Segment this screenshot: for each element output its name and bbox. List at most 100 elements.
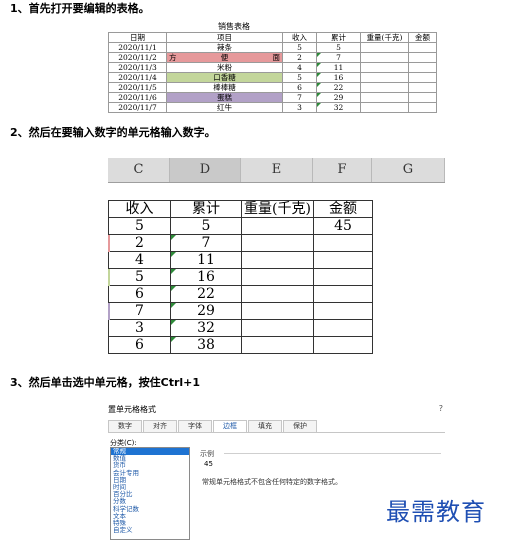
table-cell[interactable]: 5 — [282, 72, 317, 83]
column-header-d[interactable]: D — [170, 158, 241, 182]
table-cell[interactable] — [241, 302, 314, 320]
table-cell[interactable]: 45 — [313, 217, 373, 235]
table-cell[interactable] — [360, 42, 409, 53]
table-cell[interactable]: 32 — [316, 102, 361, 113]
table-cell[interactable]: 16 — [170, 268, 242, 286]
table-cell[interactable]: 辣条 — [166, 42, 283, 53]
table-cell[interactable] — [241, 217, 314, 235]
table-cell[interactable]: 7 — [170, 234, 242, 252]
table-cell[interactable] — [408, 42, 437, 53]
category-item[interactable]: 自定义 — [111, 527, 189, 534]
tab-0[interactable]: 数字 — [108, 420, 142, 432]
row-mark-green — [108, 269, 110, 286]
table-cell[interactable]: 22 — [316, 82, 361, 93]
error-indicator-icon — [317, 93, 321, 97]
table-cell[interactable] — [313, 268, 373, 286]
sales-table: 日期 项目 收入 累计 重量(千克) 金额 2020/11/1 辣条 5 5 2020/11/2 方便… — [108, 32, 437, 113]
table-cell[interactable]: 2 — [282, 52, 317, 63]
table-cell[interactable]: 2020/11/5 — [108, 82, 167, 93]
tab-2[interactable]: 字体 — [178, 420, 212, 432]
table-cell[interactable]: 6 — [108, 285, 171, 303]
table-cell[interactable]: 7 — [108, 302, 171, 320]
table-cell[interactable] — [408, 92, 437, 103]
table-row: 2020/11/6 蛋糕 7 29 — [108, 92, 437, 103]
table-cell[interactable] — [313, 234, 373, 252]
table-cell[interactable]: 16 — [316, 72, 361, 83]
table-cell[interactable]: 口香糖 — [166, 72, 283, 83]
table-cell[interactable] — [408, 102, 437, 113]
table-cell[interactable]: 2020/11/2 — [108, 52, 167, 63]
table-cell[interactable] — [408, 52, 437, 63]
table-cell[interactable]: 3 — [108, 319, 171, 337]
table-cell[interactable] — [408, 72, 437, 83]
table-cell[interactable]: 7 — [316, 52, 361, 63]
table-row: 6 38 — [108, 336, 373, 354]
table-row: 2020/11/2 方 便 面 2 7 — [108, 52, 437, 63]
column-header-e[interactable]: E — [241, 158, 313, 182]
tab-3[interactable]: 边框 — [213, 420, 247, 432]
table-cell[interactable]: 11 — [170, 251, 242, 269]
table-cell[interactable] — [241, 336, 314, 354]
table-cell[interactable]: 红牛 — [166, 102, 283, 113]
table-cell[interactable] — [360, 52, 409, 63]
table-cell[interactable] — [313, 319, 373, 337]
table-cell[interactable]: 22 — [170, 285, 242, 303]
tab-4[interactable]: 填充 — [248, 420, 282, 432]
column-header-f[interactable]: F — [313, 158, 372, 182]
table-cell[interactable]: 4 — [108, 251, 171, 269]
error-indicator-icon — [171, 269, 176, 274]
table-cell[interactable] — [360, 72, 409, 83]
table-cell[interactable] — [313, 302, 373, 320]
table-cell[interactable]: 5 — [170, 217, 242, 235]
table-cell[interactable]: 5 — [316, 42, 361, 53]
table-cell[interactable]: 方便面 — [166, 52, 283, 63]
category-list[interactable]: 常规 数值 货币 会计专用 日期 时间 百分比 分数 科学记数 文本 特殊 自定义 — [110, 447, 190, 540]
table-cell[interactable] — [313, 251, 373, 269]
item-char: 方 — [169, 53, 177, 62]
zoomed-header-cell: 金额 — [313, 200, 373, 218]
tab-5[interactable]: 保护 — [283, 420, 317, 432]
table-cell[interactable]: 2020/11/7 — [108, 102, 167, 113]
table-cell[interactable]: 6 — [108, 336, 171, 354]
table-cell[interactable]: 3 — [282, 102, 317, 113]
table-cell[interactable]: 蛋糕 — [166, 92, 283, 103]
table-cell[interactable] — [241, 319, 314, 337]
table-cell[interactable]: 11 — [316, 62, 361, 73]
table-cell[interactable]: 4 — [282, 62, 317, 73]
table-cell[interactable]: 2020/11/6 — [108, 92, 167, 103]
table-cell[interactable]: 5 — [108, 217, 171, 235]
table-cell[interactable] — [360, 102, 409, 113]
table-row: 7 29 — [108, 302, 373, 320]
table-cell[interactable] — [313, 285, 373, 303]
table-cell[interactable] — [313, 336, 373, 354]
table-cell[interactable]: 米粉 — [166, 62, 283, 73]
table-cell[interactable] — [241, 234, 314, 252]
error-indicator-icon — [317, 53, 321, 57]
table-cell[interactable]: 6 — [282, 82, 317, 93]
table-cell[interactable] — [241, 285, 314, 303]
column-header-c[interactable]: C — [108, 158, 170, 182]
table-cell[interactable]: 7 — [282, 92, 317, 103]
table-cell[interactable]: 棒棒糖 — [166, 82, 283, 93]
column-header-g[interactable]: G — [372, 158, 445, 182]
table-cell[interactable]: 2020/11/3 — [108, 62, 167, 73]
table-cell[interactable]: 2 — [108, 234, 171, 252]
tab-1[interactable]: 对齐 — [143, 420, 177, 432]
table-cell[interactable]: 5 — [282, 42, 317, 53]
table-cell[interactable] — [408, 62, 437, 73]
table-cell[interactable]: 29 — [316, 92, 361, 103]
table-cell[interactable]: 5 — [108, 268, 171, 286]
table-cell[interactable]: 29 — [170, 302, 242, 320]
table-cell[interactable] — [360, 82, 409, 93]
table-cell[interactable] — [241, 251, 314, 269]
table-cell[interactable]: 32 — [170, 319, 242, 337]
table-cell[interactable] — [360, 92, 409, 103]
table-cell[interactable]: 2020/11/1 — [108, 42, 167, 53]
help-icon[interactable]: ? — [439, 404, 443, 413]
watermark-text: 最需教育 — [386, 498, 486, 526]
table-cell[interactable]: 38 — [170, 336, 242, 354]
table-cell[interactable]: 2020/11/4 — [108, 72, 167, 83]
table-cell[interactable] — [408, 82, 437, 93]
table-cell[interactable] — [360, 62, 409, 73]
table-cell[interactable] — [241, 268, 314, 286]
